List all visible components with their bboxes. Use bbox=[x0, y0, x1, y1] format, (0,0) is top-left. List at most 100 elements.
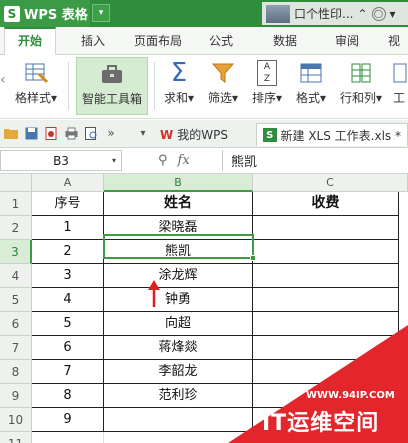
user-avatar bbox=[266, 4, 290, 23]
row-header-10[interactable]: 10 bbox=[0, 408, 32, 432]
select-all-corner[interactable] bbox=[0, 174, 32, 192]
cell-reference: B3 bbox=[53, 153, 69, 168]
cell-a3[interactable]: 2 bbox=[32, 240, 104, 264]
cell-a10[interactable]: 9 bbox=[32, 408, 104, 432]
doc-tab-my-wps[interactable]: W 我的WPS bbox=[154, 123, 234, 146]
tab-view[interactable]: 视 bbox=[380, 27, 408, 55]
row-header-6[interactable]: 6 bbox=[0, 312, 32, 336]
format-button[interactable]: 格式▾ bbox=[290, 57, 332, 115]
row-header-9[interactable]: 9 bbox=[0, 384, 32, 408]
cell-a8[interactable]: 7 bbox=[32, 360, 104, 384]
tab-insert[interactable]: 插入 bbox=[70, 27, 116, 55]
row-header-7[interactable]: 7 bbox=[0, 336, 32, 360]
cell-b5[interactable]: 钟勇 bbox=[104, 288, 253, 312]
doc-tab-new-xls[interactable]: S 新建 XLS 工作表.xls * bbox=[256, 123, 408, 146]
cell-a5[interactable]: 4 bbox=[32, 288, 104, 312]
cell-a2[interactable]: 1 bbox=[32, 216, 104, 240]
tab-home[interactable]: 开始 bbox=[4, 27, 56, 55]
folder-icon[interactable] bbox=[4, 126, 18, 140]
export-pdf-icon[interactable] bbox=[44, 126, 58, 140]
cell-c1[interactable]: 收费 bbox=[253, 192, 399, 216]
insert-function-button[interactable]: fx bbox=[178, 153, 190, 168]
cell-c3[interactable] bbox=[253, 240, 399, 264]
cell-a6[interactable]: 5 bbox=[32, 312, 104, 336]
wps-logo-icon: S bbox=[4, 5, 20, 22]
rows-columns-button[interactable]: 行和列▾ bbox=[334, 57, 388, 115]
toolbox-icon bbox=[99, 58, 125, 90]
dropdown-arrow-icon: ▾ bbox=[50, 91, 58, 105]
tab-page-layout[interactable]: 页面布局 bbox=[126, 27, 190, 55]
worksheet-button[interactable]: 工 bbox=[390, 57, 408, 115]
row-header-2[interactable]: 2 bbox=[0, 216, 32, 240]
save-icon[interactable] bbox=[24, 126, 38, 140]
ribbon-divider bbox=[68, 62, 69, 110]
row-header-3[interactable]: 3 bbox=[0, 240, 32, 264]
red-arrow-annotation bbox=[148, 280, 160, 307]
cell-style-icon bbox=[23, 57, 49, 89]
sum-button[interactable]: Σ 求和▾ bbox=[158, 57, 200, 115]
cell-c2[interactable] bbox=[253, 216, 399, 240]
cell-a11[interactable] bbox=[32, 432, 104, 443]
title-dropdown-icon[interactable]: ▾ bbox=[390, 7, 396, 21]
worksheet-label: 工 bbox=[392, 91, 405, 105]
filter-label: 筛选 bbox=[207, 91, 232, 105]
filter-icon bbox=[211, 57, 235, 89]
cell-b1[interactable]: 姓名 bbox=[104, 192, 253, 216]
fill-handle[interactable] bbox=[250, 255, 256, 261]
tab-data[interactable]: 数据 bbox=[262, 27, 308, 55]
print-icon[interactable] bbox=[64, 126, 78, 140]
cell-a9[interactable]: 8 bbox=[32, 384, 104, 408]
cell-c6[interactable] bbox=[253, 312, 399, 336]
cell-b10[interactable] bbox=[104, 408, 253, 432]
cell-a7[interactable]: 6 bbox=[32, 336, 104, 360]
row-header-8[interactable]: 8 bbox=[0, 360, 32, 384]
column-header-c[interactable]: C bbox=[253, 174, 408, 192]
cell-b6[interactable]: 向超 bbox=[104, 312, 253, 336]
smart-toolbox-button[interactable]: 智能工具箱 bbox=[76, 57, 148, 115]
wps-app-menu-button[interactable]: S WPS 表格 bbox=[0, 0, 90, 27]
cell-a4[interactable]: 3 bbox=[32, 264, 104, 288]
row-header-11[interactable]: 11 bbox=[0, 432, 32, 443]
sort-az-icon: A Z bbox=[257, 57, 277, 89]
row-header-4[interactable]: 4 bbox=[0, 264, 32, 288]
tab-list-dropdown-icon[interactable]: ▾ bbox=[136, 126, 150, 140]
watermark-url: WWW.94IP.COM bbox=[306, 390, 395, 401]
format-grid-icon bbox=[299, 57, 323, 89]
cell-b8[interactable]: 李韶龙 bbox=[104, 360, 253, 384]
user-account-area[interactable]: 口个性印... ⌃ ◯ ▾ bbox=[262, 2, 408, 25]
cell-c5[interactable] bbox=[253, 288, 399, 312]
print-preview-icon[interactable] bbox=[84, 126, 98, 140]
formula-input[interactable]: 熊凯 bbox=[222, 150, 408, 171]
cell-style-button[interactable]: 格样式▾ bbox=[8, 57, 64, 115]
sort-label: 排序 bbox=[251, 91, 276, 105]
cell-a1[interactable]: 序号 bbox=[32, 192, 104, 216]
tab-formulas[interactable]: 公式 bbox=[198, 27, 244, 55]
cell-b4[interactable]: 涂龙辉 bbox=[104, 264, 253, 288]
app-name: WPS 表格 bbox=[24, 8, 88, 23]
app-menu-dropdown-button[interactable]: ▾ bbox=[92, 4, 110, 22]
filter-button[interactable]: 筛选▾ bbox=[202, 57, 244, 115]
tab-review[interactable]: 审阅 bbox=[324, 27, 370, 55]
zoom-icon[interactable]: ⚲ bbox=[158, 153, 168, 168]
row-header-1[interactable]: 1 bbox=[0, 192, 32, 216]
cell-c4[interactable] bbox=[253, 264, 399, 288]
name-box[interactable]: B3 bbox=[0, 150, 122, 171]
name-box-dropdown-icon[interactable]: ▾ bbox=[112, 156, 116, 165]
active-cell-selection bbox=[103, 234, 254, 259]
cell-b9[interactable]: 范利珍 bbox=[104, 384, 253, 408]
collapse-ribbon-icon[interactable]: ⌃ bbox=[357, 7, 367, 21]
sort-button[interactable]: A Z 排序▾ bbox=[246, 57, 288, 115]
cell-b7[interactable]: 蒋烽燚 bbox=[104, 336, 253, 360]
cell-style-label: 格样式 bbox=[14, 91, 51, 105]
column-header-b[interactable]: B bbox=[104, 174, 253, 192]
column-header-a[interactable]: A bbox=[32, 174, 104, 192]
ribbon-scroll-left-icon[interactable]: ‹ bbox=[0, 72, 8, 92]
dropdown-arrow-icon: ▾ bbox=[319, 91, 327, 105]
skin-icon[interactable]: ◯ bbox=[371, 6, 386, 21]
sum-label: 求和 bbox=[163, 91, 188, 105]
dropdown-arrow-icon: ▾ bbox=[231, 91, 239, 105]
row-header-5[interactable]: 5 bbox=[0, 288, 32, 312]
worksheet-icon bbox=[391, 57, 407, 89]
spreadsheet-file-icon: S bbox=[263, 128, 277, 142]
more-quick-tools-icon[interactable]: » bbox=[104, 126, 118, 140]
